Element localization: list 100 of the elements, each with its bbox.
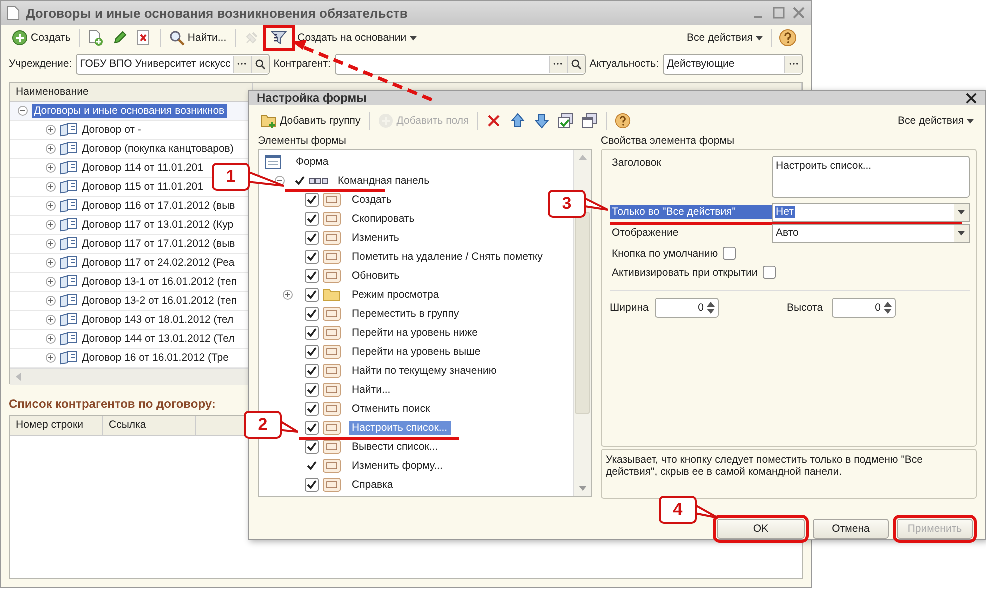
- tree-item[interactable]: Отменить поиск: [349, 402, 434, 416]
- checkbox[interactable]: [305, 326, 319, 340]
- add-group-button[interactable]: Добавить группу: [258, 110, 364, 132]
- scroll-down-icon[interactable]: [578, 484, 586, 492]
- checkbox[interactable]: [305, 192, 319, 206]
- folder-plus-icon: [261, 113, 277, 129]
- caret-icon: [756, 36, 763, 40]
- checkbox[interactable]: [305, 344, 319, 358]
- arrow-down-icon: [534, 113, 550, 129]
- checkbox[interactable]: [305, 288, 319, 302]
- expand-icon[interactable]: [46, 182, 56, 192]
- expand-icon[interactable]: [46, 220, 56, 230]
- checkbox[interactable]: [762, 266, 776, 279]
- table-cell: Договор 143 от 18.01.2012 (тел: [82, 314, 234, 326]
- expand-icon[interactable]: [46, 277, 56, 287]
- spinner-icon[interactable]: [706, 300, 716, 316]
- section-title: Список контрагентов по договору:: [9, 397, 216, 411]
- dropdown-field[interactable]: Нет: [772, 202, 970, 222]
- property-label: Заголовок: [611, 156, 662, 170]
- tree-item[interactable]: Изменить форму...: [349, 458, 446, 472]
- expand-icon[interactable]: [46, 296, 56, 306]
- number-field[interactable]: 0: [832, 298, 896, 318]
- filter-field[interactable]: [334, 54, 586, 74]
- expand-icon[interactable]: [283, 290, 293, 300]
- filter-field[interactable]: Действующие: [663, 54, 803, 74]
- tree-item[interactable]: Вывести список...: [349, 440, 442, 454]
- expand-icon[interactable]: [46, 315, 56, 325]
- vertical-scrollbar[interactable]: [573, 150, 591, 496]
- spinner-icon[interactable]: [883, 300, 893, 316]
- property-label: Отображение: [611, 226, 680, 240]
- expand-icon[interactable]: [46, 163, 56, 173]
- tree-item[interactable]: Обновить: [349, 268, 403, 282]
- expand-icon[interactable]: [46, 239, 56, 249]
- contract-icon: [60, 294, 78, 308]
- ok-button-icon: [323, 212, 341, 226]
- contract-icon: [60, 332, 78, 346]
- tree-item[interactable]: Скопировать: [349, 212, 418, 226]
- filter-field[interactable]: ГОБУ ВПО Университет искусс: [76, 54, 270, 74]
- expand-icon[interactable]: [46, 125, 56, 135]
- dropdown-button[interactable]: [954, 224, 969, 242]
- group-row[interactable]: Договоры и иные основания возникнов: [32, 104, 227, 118]
- checkbox[interactable]: [723, 247, 736, 260]
- choose-button[interactable]: [784, 56, 802, 72]
- checkbox[interactable]: [305, 402, 319, 416]
- checkbox[interactable]: [305, 478, 319, 492]
- copy-icon: [88, 30, 104, 46]
- cancel-button[interactable]: Отмена: [813, 519, 889, 539]
- ok-button-icon: [323, 250, 341, 264]
- expand-icon[interactable]: [46, 201, 56, 211]
- tree-item[interactable]: Форма: [293, 154, 332, 168]
- create-based-on-menu[interactable]: Создать на основании: [294, 27, 420, 49]
- form-icon: [265, 154, 281, 168]
- number-field[interactable]: 0: [655, 298, 719, 318]
- search-button[interactable]: [566, 56, 585, 72]
- expand-icon[interactable]: [46, 144, 56, 154]
- checkbox[interactable]: [305, 382, 319, 396]
- collapse-icon[interactable]: [18, 106, 28, 116]
- tree-item[interactable]: Перейти на уровень выше: [349, 344, 484, 358]
- checkbox[interactable]: [305, 212, 319, 226]
- find-button[interactable]: Найти...: [166, 27, 230, 49]
- checkbox[interactable]: [305, 364, 319, 378]
- search-button[interactable]: [250, 56, 269, 72]
- all-actions-menu[interactable]: Все действия: [684, 27, 766, 49]
- help-icon[interactable]: [779, 29, 797, 47]
- tree-item[interactable]: Пометить на удаление / Снять пометку: [349, 250, 546, 264]
- tree-item[interactable]: Справка: [349, 478, 396, 492]
- title-field[interactable]: Настроить список...: [772, 156, 970, 198]
- expand-icon[interactable]: [46, 258, 56, 268]
- close-icon[interactable]: [966, 92, 977, 104]
- tree-item[interactable]: Найти по текущему значению: [349, 364, 500, 378]
- checkmark-icon[interactable]: [295, 176, 305, 186]
- create-button[interactable]: Создать: [9, 27, 74, 49]
- checkbox[interactable]: [305, 306, 319, 320]
- caret-icon: [410, 36, 417, 40]
- property-label: Высота: [787, 302, 824, 314]
- checkbox[interactable]: [305, 268, 319, 282]
- help-icon: [615, 113, 632, 129]
- tree-item[interactable]: Найти...: [349, 382, 394, 396]
- contract-icon: [60, 313, 78, 327]
- tree-item[interactable]: Режим просмотра: [349, 288, 442, 302]
- expand-icon[interactable]: [46, 353, 56, 363]
- checkbox[interactable]: [305, 440, 319, 454]
- expand-icon[interactable]: [46, 334, 56, 344]
- all-actions-menu[interactable]: Все действия: [894, 110, 977, 132]
- tree-item[interactable]: Командная панель: [335, 174, 433, 188]
- scroll-thumb[interactable]: [575, 212, 590, 414]
- dropdown-field[interactable]: Авто: [772, 224, 970, 242]
- tree-item[interactable]: Изменить: [349, 230, 402, 244]
- tree-item[interactable]: Переместить в группу: [349, 306, 462, 320]
- checkbox[interactable]: [305, 230, 319, 244]
- column-header[interactable]: Ссылка: [103, 416, 196, 435]
- tree-item[interactable]: Перейти на уровень ниже: [349, 326, 481, 340]
- tree-item[interactable]: Создать: [349, 192, 395, 206]
- callout-badge: 1: [212, 163, 250, 191]
- filter-button[interactable]: [264, 27, 293, 49]
- filter-label: Учреждение:: [9, 58, 72, 70]
- checkbox[interactable]: [305, 250, 319, 264]
- checkbox[interactable]: [305, 420, 319, 434]
- column-header[interactable]: Номер строки: [10, 416, 103, 435]
- dropdown-button[interactable]: [954, 204, 969, 220]
